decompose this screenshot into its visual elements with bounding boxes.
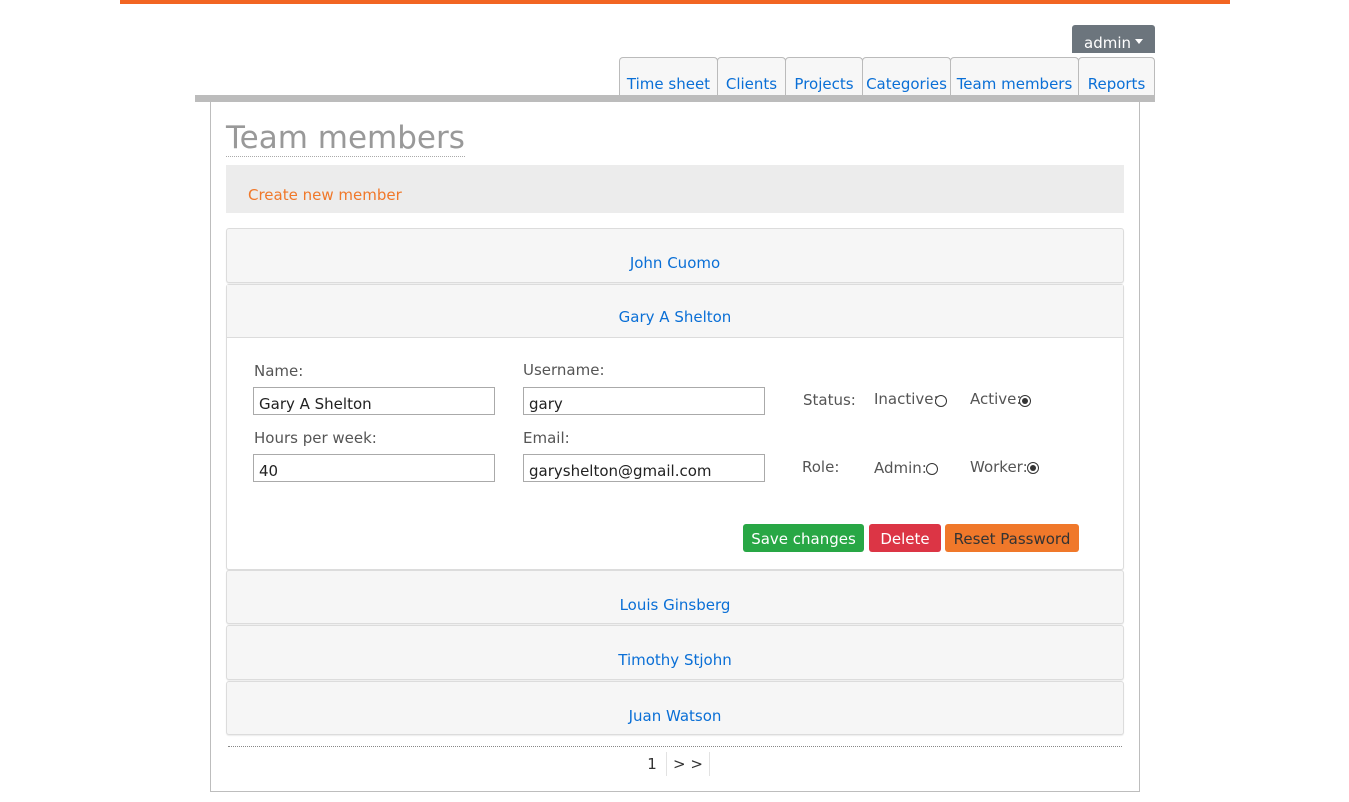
member-item[interactable]: John Cuomo <box>226 228 1124 283</box>
status-inactive-radio[interactable] <box>935 395 947 407</box>
role-worker-label: Worker: <box>970 458 1028 476</box>
hours-input[interactable] <box>253 454 495 482</box>
status-inactive-label: Inactive: <box>874 390 939 408</box>
status-active-radio[interactable] <box>1019 395 1031 407</box>
save-changes-button[interactable]: Save changes <box>743 524 864 552</box>
member-item[interactable]: Louis Ginsberg <box>226 570 1124 624</box>
tab-categories[interactable]: Categories <box>862 57 951 96</box>
pagination-next-link[interactable]: > > <box>668 752 708 776</box>
member-name[interactable]: John Cuomo <box>227 229 1123 283</box>
username-label: Username: <box>523 361 605 379</box>
tab-team-members[interactable]: Team members <box>950 57 1079 96</box>
pagination-current-page[interactable]: 1 <box>640 752 664 776</box>
status-active-label: Active: <box>970 390 1022 408</box>
member-name[interactable]: Gary A Shelton <box>227 285 1123 338</box>
name-input[interactable] <box>253 387 495 415</box>
user-menu-button[interactable]: admin <box>1072 25 1155 53</box>
delete-button[interactable]: Delete <box>869 524 941 552</box>
pagination-separator <box>666 752 667 776</box>
pagination-divider <box>228 746 1122 747</box>
create-member-bar: Create new member <box>226 165 1124 213</box>
member-name[interactable]: Juan Watson <box>227 682 1123 736</box>
role-admin-label: Admin: <box>874 459 927 477</box>
create-new-member-link[interactable]: Create new member <box>248 186 402 204</box>
name-label: Name: <box>254 362 304 380</box>
top-accent-bar <box>120 0 1230 4</box>
tab-projects[interactable]: Projects <box>785 57 863 96</box>
page-title: Team members <box>226 120 465 157</box>
status-label: Status: <box>803 391 856 409</box>
hours-label: Hours per week: <box>254 429 377 447</box>
reset-password-button[interactable]: Reset Password <box>945 524 1079 552</box>
user-menu-label: admin <box>1084 34 1131 52</box>
email-label: Email: <box>523 429 570 447</box>
caret-down-icon <box>1135 39 1143 44</box>
member-name[interactable]: Timothy Stjohn <box>227 626 1123 680</box>
pagination-separator <box>709 752 710 776</box>
email-input[interactable] <box>523 454 765 482</box>
role-label: Role: <box>802 458 840 476</box>
tab-reports[interactable]: Reports <box>1078 57 1155 96</box>
member-item[interactable]: Timothy Stjohn <box>226 625 1124 680</box>
role-worker-radio[interactable] <box>1027 462 1039 474</box>
member-item[interactable]: Juan Watson <box>226 681 1124 735</box>
tab-clients[interactable]: Clients <box>717 57 786 96</box>
tab-time-sheet[interactable]: Time sheet <box>619 57 718 96</box>
role-admin-radio[interactable] <box>926 463 938 475</box>
username-input[interactable] <box>523 387 765 415</box>
nav-underline <box>195 95 1155 102</box>
member-name[interactable]: Louis Ginsberg <box>227 571 1123 625</box>
